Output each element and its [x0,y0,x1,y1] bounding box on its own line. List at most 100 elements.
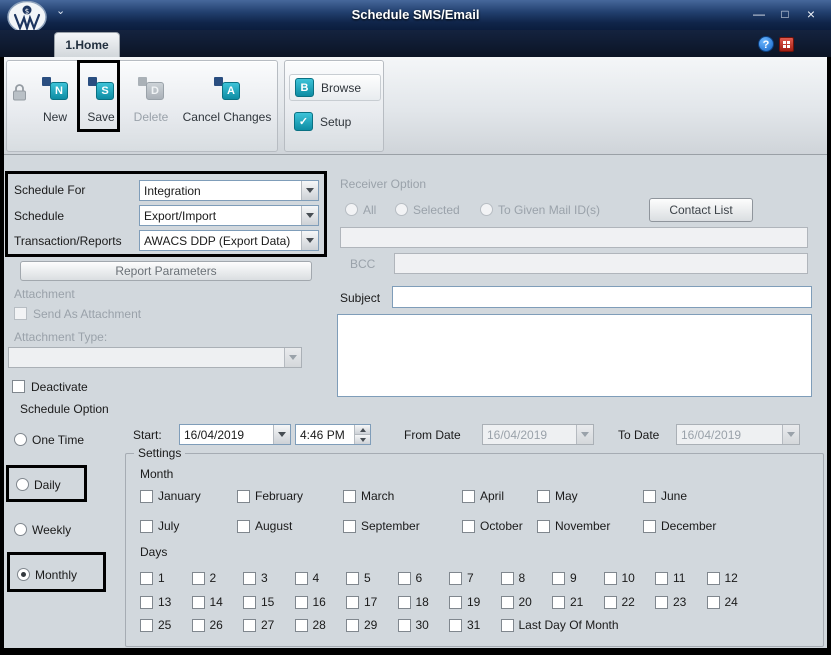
day-option-8[interactable]: 8 [500,571,553,585]
day-checkbox-16[interactable] [294,595,308,609]
start-time-spinner[interactable]: 4:46 PM [295,424,371,445]
schedule-dropdown-arrow-icon[interactable] [301,206,318,225]
day-checkbox-27[interactable] [243,618,256,632]
month-option-october[interactable]: October [462,519,537,533]
radio-to-given-mail-ids[interactable] [480,203,493,216]
day-option-1[interactable]: 1 [140,571,192,585]
maximize-button[interactable]: □ [775,6,795,23]
month-checkbox-january[interactable] [140,489,153,503]
from-date-arrow-icon[interactable] [576,425,593,444]
month-option-november[interactable]: November [537,519,643,533]
close-button[interactable]: × [801,6,821,23]
start-date-arrow-icon[interactable] [273,425,290,444]
radio-all[interactable] [345,203,358,216]
minimize-button[interactable]: — [749,6,769,23]
subject-input[interactable] [392,286,812,308]
day-option-7[interactable]: 7 [449,571,501,585]
to-date-picker[interactable]: 16/04/2019 [676,424,800,445]
day-option-10[interactable]: 10 [603,571,656,585]
day-checkbox-24[interactable] [706,595,720,609]
day-option-22[interactable]: 22 [603,595,656,609]
time-up-icon[interactable] [355,425,370,435]
month-option-july[interactable]: July [140,519,237,533]
day-option-26[interactable]: 26 [191,618,244,632]
day-checkbox-11[interactable] [655,571,668,585]
radio-weekly[interactable] [14,523,27,536]
mail-ids-input[interactable] [340,227,808,248]
day-checkbox-13[interactable] [140,595,153,609]
month-option-may[interactable]: May [537,489,643,503]
transaction-reports-dropdown[interactable]: AWACS DDP (Export Data) [139,230,319,251]
month-option-february[interactable]: February [237,489,343,503]
month-checkbox-october[interactable] [462,519,475,533]
month-option-september[interactable]: September [343,519,462,533]
radio-selected[interactable] [395,203,408,216]
day-checkbox-20[interactable] [500,595,514,609]
day-checkbox-6[interactable] [397,571,411,585]
day-checkbox-14[interactable] [191,595,205,609]
month-option-august[interactable]: August [237,519,343,533]
day-option-17[interactable]: 17 [346,595,398,609]
day-option-12[interactable]: 12 [706,571,759,585]
day-checkbox-28[interactable] [294,618,308,632]
month-option-december[interactable]: December [643,519,716,533]
delete-button[interactable]: D Delete [123,67,179,149]
day-checkbox-1[interactable] [140,571,153,585]
day-option-last-day-of-month[interactable]: Last Day Of Month [500,618,619,632]
month-checkbox-november[interactable] [537,519,550,533]
new-button[interactable]: N New [31,67,79,149]
day-checkbox-7[interactable] [449,571,462,585]
day-option-28[interactable]: 28 [294,618,347,632]
browse-button[interactable]: B Browse [289,74,381,101]
day-option-20[interactable]: 20 [500,595,553,609]
day-option-6[interactable]: 6 [397,571,450,585]
month-checkbox-february[interactable] [237,489,250,503]
month-option-january[interactable]: January [140,489,237,503]
day-option-4[interactable]: 4 [294,571,347,585]
report-parameters-button[interactable]: Report Parameters [20,261,312,281]
day-option-9[interactable]: 9 [552,571,604,585]
radio-one-time[interactable] [14,433,27,446]
schedule-for-dropdown-arrow-icon[interactable] [301,181,318,200]
day-checkbox-29[interactable] [346,618,359,632]
month-option-june[interactable]: June [643,489,687,503]
day-option-14[interactable]: 14 [191,595,244,609]
red-grid-icon[interactable] [779,37,794,52]
day-checkbox-25[interactable] [140,618,153,632]
bcc-input[interactable] [394,253,808,274]
day-checkbox-26[interactable] [191,618,205,632]
day-option-25[interactable]: 25 [140,618,192,632]
month-checkbox-september[interactable] [343,519,356,533]
day-option-11[interactable]: 11 [655,571,707,585]
day-option-24[interactable]: 24 [706,595,759,609]
day-option-19[interactable]: 19 [449,595,501,609]
transaction-dropdown-arrow-icon[interactable] [301,231,318,250]
day-checkbox-4[interactable] [294,571,308,585]
attachment-type-arrow-icon[interactable] [284,348,301,367]
day-checkbox-23[interactable] [655,595,668,609]
day-checkbox-9[interactable] [552,571,565,585]
cancel-changes-button[interactable]: A Cancel Changes [177,67,277,149]
radio-monthly[interactable] [17,568,30,581]
day-option-18[interactable]: 18 [397,595,450,609]
day-checkbox-10[interactable] [603,571,617,585]
day-option-27[interactable]: 27 [243,618,295,632]
day-option-3[interactable]: 3 [243,571,295,585]
day-option-5[interactable]: 5 [346,571,398,585]
day-option-30[interactable]: 30 [397,618,450,632]
month-option-april[interactable]: April [462,489,537,503]
day-checkbox-5[interactable] [346,571,359,585]
time-down-icon[interactable] [355,435,370,444]
to-date-arrow-icon[interactable] [782,425,799,444]
schedule-dropdown[interactable]: Export/Import [139,205,319,226]
day-option-15[interactable]: 15 [243,595,295,609]
day-checkbox-21[interactable] [552,595,565,609]
day-checkbox-18[interactable] [397,595,411,609]
save-button[interactable]: S Save [79,67,123,149]
month-checkbox-july[interactable] [140,519,153,533]
month-checkbox-june[interactable] [643,489,656,503]
day-option-16[interactable]: 16 [294,595,347,609]
day-option-23[interactable]: 23 [655,595,707,609]
month-checkbox-may[interactable] [537,489,550,503]
help-icon[interactable]: ? [758,36,774,52]
